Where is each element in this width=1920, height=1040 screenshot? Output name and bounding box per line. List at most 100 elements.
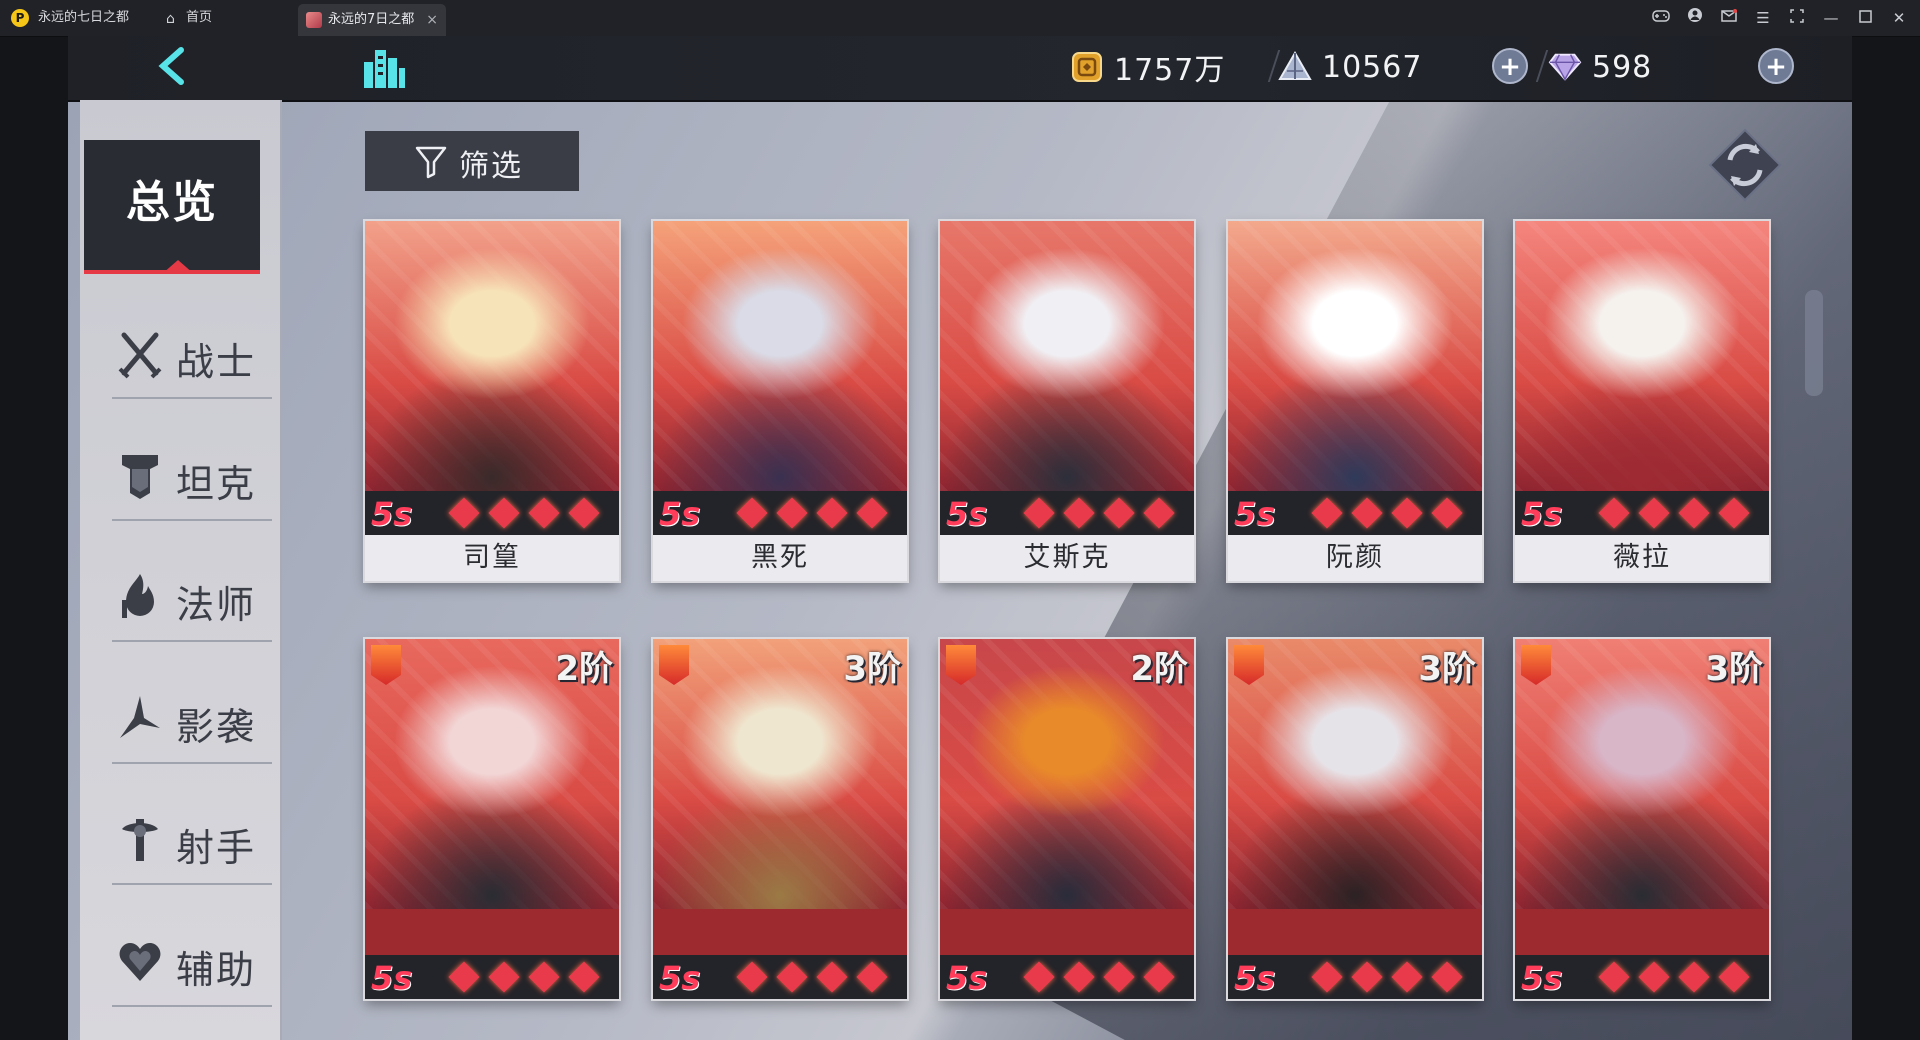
character-card[interactable]: 5s 艾斯克 bbox=[940, 221, 1194, 581]
star-icon bbox=[1103, 961, 1135, 993]
star-icon bbox=[1311, 961, 1343, 993]
resource-divider bbox=[1535, 50, 1549, 82]
character-card[interactable]: 5s 司篁 bbox=[365, 221, 619, 581]
star-icon bbox=[1103, 497, 1135, 529]
character-card[interactable]: 2阶 5s bbox=[940, 639, 1194, 999]
character-card[interactable]: 3阶 5s bbox=[653, 639, 907, 999]
star-icon bbox=[1063, 497, 1095, 529]
category-sidebar: 总览 战士 坦克 法师 影袭 射手 辅助 bbox=[80, 100, 282, 1040]
mail-icon[interactable] bbox=[1712, 0, 1746, 36]
shadow-blade-icon bbox=[120, 696, 160, 738]
advance-rank-badge: 3阶 bbox=[1418, 649, 1476, 689]
character-card[interactable]: 5s 薇拉 bbox=[1515, 221, 1769, 581]
star-icon bbox=[1678, 961, 1710, 993]
star-rating: 5s bbox=[940, 955, 1194, 999]
advance-rank-badge: 2阶 bbox=[1130, 649, 1188, 689]
star-icon bbox=[448, 961, 480, 993]
refresh-button[interactable] bbox=[1708, 128, 1782, 202]
category-assassin[interactable]: 影袭 bbox=[112, 680, 272, 764]
character-card[interactable]: 3阶 5s bbox=[1515, 639, 1769, 999]
star-icon bbox=[1351, 497, 1383, 529]
star-rating: 5s bbox=[365, 955, 619, 999]
tab-close-icon[interactable]: × bbox=[426, 4, 438, 36]
grade-badge: 5s bbox=[946, 959, 988, 997]
diamond-gem-icon bbox=[1548, 50, 1582, 84]
tab-home[interactable]: ⌂ 首页 bbox=[160, 0, 290, 36]
tank-shield-icon bbox=[122, 455, 158, 499]
user-avatar-icon[interactable] bbox=[1678, 0, 1712, 36]
star-icon bbox=[1143, 961, 1175, 993]
grid-scrollbar[interactable] bbox=[1805, 290, 1823, 396]
tab-game-label: 永远的7日之都 bbox=[328, 12, 415, 27]
tab-game[interactable]: 永远的7日之都 × bbox=[298, 4, 446, 36]
character-card[interactable]: 3阶 5s bbox=[1228, 639, 1482, 999]
star-icon bbox=[1023, 497, 1055, 529]
crystal-amount: 10567 bbox=[1322, 49, 1423, 85]
window-controls: ☰ — ✕ bbox=[1644, 0, 1916, 36]
star-icon bbox=[1638, 961, 1670, 993]
star-icon bbox=[1678, 497, 1710, 529]
star-icon bbox=[1638, 497, 1670, 529]
category-label: 辅助 bbox=[176, 948, 257, 992]
refresh-arrows-icon bbox=[1708, 128, 1782, 202]
grade-badge: 5s bbox=[371, 959, 413, 997]
star-icon bbox=[856, 961, 888, 993]
character-card[interactable]: 2阶 5s bbox=[365, 639, 619, 999]
back-arrow-icon bbox=[158, 47, 184, 85]
game-viewport: 1757万 10567 + 598 + 总览 战士 坦克 法师 影袭 射手 辅助… bbox=[68, 36, 1852, 1040]
swords-icon bbox=[118, 332, 162, 379]
character-card[interactable]: 5s 阮颜 bbox=[1228, 221, 1482, 581]
star-icon bbox=[776, 497, 808, 529]
grade-badge: 5s bbox=[659, 495, 701, 533]
selected-indicator bbox=[162, 260, 194, 274]
category-warrior[interactable]: 战士 bbox=[112, 315, 272, 399]
character-portrait bbox=[365, 221, 619, 491]
back-button[interactable] bbox=[148, 44, 198, 92]
category-archer[interactable]: 射手 bbox=[112, 801, 272, 885]
star-icon bbox=[1391, 961, 1423, 993]
star-icon bbox=[1351, 961, 1383, 993]
star-icon bbox=[488, 961, 520, 993]
character-card[interactable]: 5s 黑死 bbox=[653, 221, 907, 581]
category-support[interactable]: 辅助 bbox=[112, 923, 272, 1007]
game-tab-icon bbox=[306, 12, 322, 28]
star-icon bbox=[736, 497, 768, 529]
star-icon bbox=[1718, 961, 1750, 993]
city-buildings-icon bbox=[364, 50, 405, 88]
add-diamond-button[interactable]: + bbox=[1758, 48, 1794, 84]
app-logo-icon: P bbox=[11, 9, 29, 27]
star-rating: 5s bbox=[1228, 491, 1482, 535]
game-topbar: 1757万 10567 + 598 + bbox=[68, 36, 1852, 102]
minimize-icon[interactable]: — bbox=[1814, 0, 1848, 36]
add-crystal-button[interactable]: + bbox=[1492, 48, 1528, 84]
star-icon bbox=[856, 497, 888, 529]
star-rating: 5s bbox=[1515, 955, 1769, 999]
star-rating: 5s bbox=[653, 955, 907, 999]
character-name: 薇拉 bbox=[1515, 535, 1769, 581]
gold-resource: 1757万 bbox=[1070, 46, 1225, 88]
star-icon bbox=[1598, 961, 1630, 993]
filter-button[interactable]: 筛选 bbox=[365, 131, 579, 191]
grade-badge: 5s bbox=[371, 495, 413, 533]
category-mage[interactable]: 法师 bbox=[112, 558, 272, 642]
star-icon bbox=[816, 961, 848, 993]
menu-icon[interactable]: ☰ bbox=[1746, 0, 1780, 36]
overview-tab[interactable]: 总览 bbox=[84, 140, 260, 274]
category-tank[interactable]: 坦克 bbox=[112, 437, 272, 521]
screenshot-icon[interactable] bbox=[1780, 0, 1814, 36]
gamepad-icon[interactable] bbox=[1644, 0, 1678, 36]
star-icon bbox=[1431, 961, 1463, 993]
star-icon bbox=[1431, 497, 1463, 529]
home-icon: ⌂ bbox=[166, 11, 175, 27]
star-icon bbox=[1143, 497, 1175, 529]
category-label: 影袭 bbox=[176, 705, 257, 749]
browser-titlebar: P 永远的七日之都 ⌂ 首页 永远的7日之都 × ☰ — ✕ bbox=[0, 0, 1920, 37]
maximize-icon[interactable] bbox=[1848, 0, 1882, 36]
advance-rank-badge: 3阶 bbox=[1705, 649, 1763, 689]
character-name: 司篁 bbox=[365, 535, 619, 581]
grade-badge: 5s bbox=[1234, 495, 1276, 533]
advance-rank-badge: 2阶 bbox=[555, 649, 613, 689]
star-icon bbox=[528, 961, 560, 993]
close-window-icon[interactable]: ✕ bbox=[1882, 0, 1916, 36]
city-button[interactable] bbox=[358, 44, 408, 92]
